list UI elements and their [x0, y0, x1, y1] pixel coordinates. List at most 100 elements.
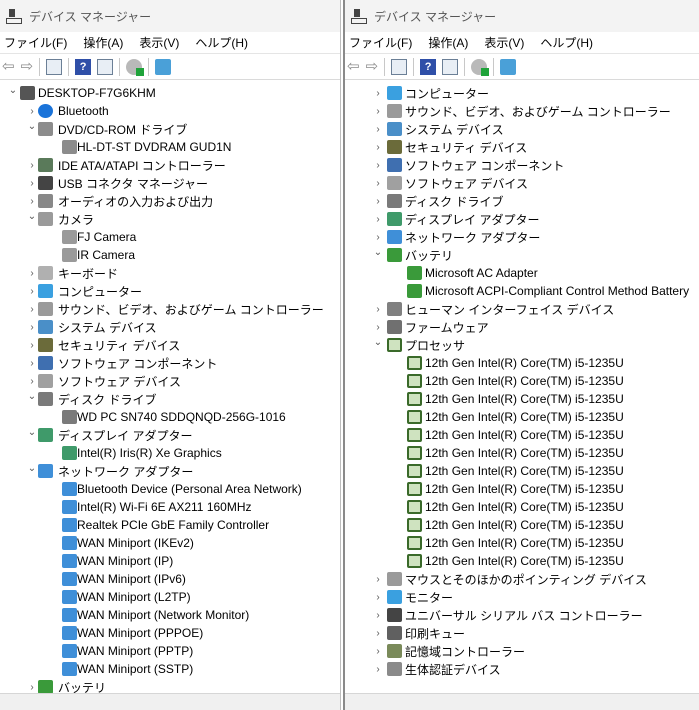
tree-item[interactable]: HL-DT-ST DVDRAM GUD1N — [0, 138, 340, 156]
tree-item[interactable]: 12th Gen Intel(R) Core(TM) i5-1235U — [345, 534, 699, 552]
chevron-right-icon[interactable]: › — [373, 574, 383, 585]
tree-item[interactable]: › コンピューター — [345, 84, 699, 102]
tree-item[interactable]: › モニター — [345, 588, 699, 606]
chevron-right-icon[interactable]: › — [373, 610, 383, 621]
back-icon[interactable]: ⇦ — [2, 58, 15, 75]
chevron-right-icon[interactable]: › — [373, 592, 383, 603]
chevron-right-icon[interactable]: › — [373, 322, 383, 333]
tree-item[interactable]: ⌄ DESKTOP-F7G6KHM — [0, 84, 340, 102]
chevron-right-icon[interactable]: › — [27, 682, 37, 693]
tree-item[interactable]: 12th Gen Intel(R) Core(TM) i5-1235U — [345, 390, 699, 408]
tree-item[interactable]: › ソフトウェア デバイス — [0, 372, 340, 390]
tree-item[interactable]: ⌄ ネットワーク アダプター — [0, 462, 340, 480]
tree-item[interactable]: › オーディオの入力および出力 — [0, 192, 340, 210]
chevron-right-icon[interactable]: › — [373, 214, 383, 225]
tree-item[interactable]: 12th Gen Intel(R) Core(TM) i5-1235U — [345, 498, 699, 516]
chevron-down-icon[interactable]: ⌄ — [27, 427, 37, 438]
tree-item[interactable]: › コンピューター — [0, 282, 340, 300]
tree-item[interactable]: WAN Miniport (PPPOE) — [0, 624, 340, 642]
tree-item[interactable]: › 印刷キュー — [345, 624, 699, 642]
tree-item[interactable]: ⌄ カメラ — [0, 210, 340, 228]
tree-item[interactable]: WAN Miniport (Network Monitor) — [0, 606, 340, 624]
chevron-right-icon[interactable]: › — [373, 646, 383, 657]
forward-icon[interactable]: ⇨ — [21, 58, 34, 75]
chevron-right-icon[interactable]: › — [373, 142, 383, 153]
chevron-right-icon[interactable]: › — [27, 106, 37, 117]
help-icon[interactable]: ? — [420, 58, 437, 75]
chevron-right-icon[interactable]: › — [27, 376, 37, 387]
tree-item[interactable]: › 記憶域コントローラー — [345, 642, 699, 660]
back-icon[interactable]: ⇦ — [347, 58, 360, 75]
tree-item[interactable]: 12th Gen Intel(R) Core(TM) i5-1235U — [345, 426, 699, 444]
chevron-down-icon[interactable]: ⌄ — [373, 247, 383, 258]
tree-item[interactable]: 12th Gen Intel(R) Core(TM) i5-1235U — [345, 462, 699, 480]
tree-item[interactable]: 12th Gen Intel(R) Core(TM) i5-1235U — [345, 372, 699, 390]
tree-item[interactable]: 12th Gen Intel(R) Core(TM) i5-1235U — [345, 444, 699, 462]
tree-item[interactable]: › ヒューマン インターフェイス デバイス — [345, 300, 699, 318]
tree-item[interactable]: WAN Miniport (IP) — [0, 552, 340, 570]
tree-item[interactable]: Realtek PCIe GbE Family Controller — [0, 516, 340, 534]
tree-item[interactable]: WAN Miniport (IKEv2) — [0, 534, 340, 552]
chevron-right-icon[interactable]: › — [373, 160, 383, 171]
forward-icon[interactable]: ⇨ — [366, 58, 379, 75]
chevron-down-icon[interactable]: ⌄ — [27, 391, 37, 402]
tree-item[interactable]: ⌄ バッテリ — [345, 246, 699, 264]
scan-hardware-icon[interactable] — [500, 58, 517, 75]
tree-item[interactable]: FJ Camera — [0, 228, 340, 246]
tree-item[interactable]: › システム デバイス — [0, 318, 340, 336]
chevron-right-icon[interactable]: › — [27, 196, 37, 207]
chevron-right-icon[interactable]: › — [27, 268, 37, 279]
chevron-right-icon[interactable]: › — [27, 160, 37, 171]
chevron-right-icon[interactable]: › — [373, 178, 383, 189]
chevron-right-icon[interactable]: › — [373, 124, 383, 135]
tree-item[interactable]: › ネットワーク アダプター — [345, 228, 699, 246]
tree-item[interactable]: › IDE ATA/ATAPI コントローラー — [0, 156, 340, 174]
chevron-right-icon[interactable]: › — [373, 88, 383, 99]
chevron-right-icon[interactable]: › — [373, 628, 383, 639]
chevron-right-icon[interactable]: › — [27, 304, 37, 315]
tree-item[interactable]: › セキュリティ デバイス — [0, 336, 340, 354]
chevron-right-icon[interactable]: › — [27, 322, 37, 333]
tree-item[interactable]: › ファームウェア — [345, 318, 699, 336]
tree-item[interactable]: ⌄ ディスプレイ アダプター — [0, 426, 340, 444]
menu-item[interactable]: 表示(V) — [484, 34, 524, 51]
chevron-down-icon[interactable]: ⌄ — [8, 85, 18, 96]
tree-item[interactable]: › ソフトウェア コンポーネント — [0, 354, 340, 372]
chevron-right-icon[interactable]: › — [27, 178, 37, 189]
help-icon[interactable]: ? — [75, 58, 92, 75]
tree-item[interactable]: 12th Gen Intel(R) Core(TM) i5-1235U — [345, 516, 699, 534]
chevron-right-icon[interactable]: › — [373, 106, 383, 117]
tree-item[interactable]: › ディスプレイ アダプター — [345, 210, 699, 228]
tree-item[interactable]: 12th Gen Intel(R) Core(TM) i5-1235U — [345, 480, 699, 498]
tree-item[interactable]: WAN Miniport (L2TP) — [0, 588, 340, 606]
scan-hardware-icon[interactable] — [155, 58, 172, 75]
tree-item[interactable]: Bluetooth Device (Personal Area Network) — [0, 480, 340, 498]
menu-item[interactable]: ヘルプ(H) — [195, 34, 248, 51]
menu-item[interactable]: 表示(V) — [139, 34, 179, 51]
chevron-right-icon[interactable]: › — [27, 286, 37, 297]
tree-item[interactable]: WAN Miniport (IPv6) — [0, 570, 340, 588]
menu-item[interactable]: ファイル(F) — [4, 34, 67, 51]
show-hide-console-tree-icon[interactable] — [391, 58, 408, 75]
menu-item[interactable]: ヘルプ(H) — [540, 34, 593, 51]
tree-item[interactable]: › システム デバイス — [345, 120, 699, 138]
tree-item[interactable]: › セキュリティ デバイス — [345, 138, 699, 156]
tree-item[interactable]: › 生体認証デバイス — [345, 660, 699, 678]
tree-item[interactable]: › マウスとそのほかのポインティング デバイス — [345, 570, 699, 588]
tree-item[interactable]: › ソフトウェア コンポーネント — [345, 156, 699, 174]
menu-item[interactable]: 操作(A) — [428, 34, 468, 51]
menu-item[interactable]: 操作(A) — [83, 34, 123, 51]
chevron-down-icon[interactable]: ⌄ — [27, 121, 37, 132]
chevron-down-icon[interactable]: ⌄ — [27, 211, 37, 222]
tree-item[interactable]: › ユニバーサル シリアル バス コントローラー — [345, 606, 699, 624]
tree-item[interactable]: › Bluetooth — [0, 102, 340, 120]
chevron-right-icon[interactable]: › — [373, 232, 383, 243]
tree-item[interactable]: › サウンド、ビデオ、およびゲーム コントローラー — [345, 102, 699, 120]
chevron-down-icon[interactable]: ⌄ — [373, 337, 383, 348]
tree-item[interactable]: Microsoft AC Adapter — [345, 264, 699, 282]
update-driver-icon[interactable] — [126, 58, 145, 76]
chevron-right-icon[interactable]: › — [373, 304, 383, 315]
tree-item[interactable]: › ディスク ドライブ — [345, 192, 699, 210]
tree-item[interactable]: › USB コネクタ マネージャー — [0, 174, 340, 192]
tree-item[interactable]: WAN Miniport (SSTP) — [0, 660, 340, 678]
